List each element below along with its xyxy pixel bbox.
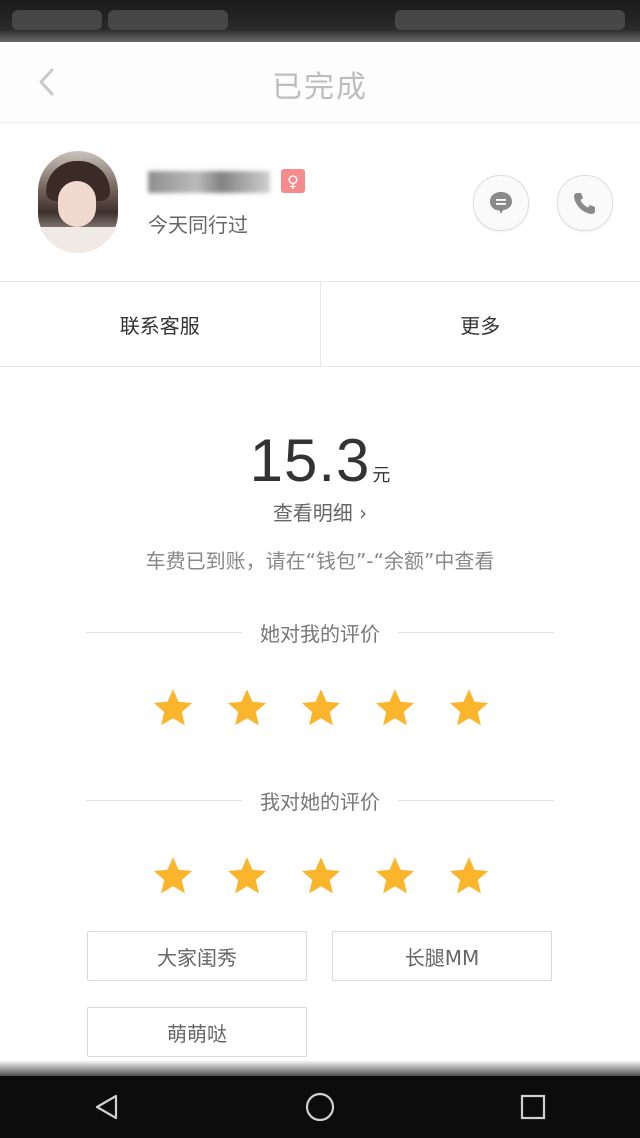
fare-amount-block: 15.3 元 (0, 426, 640, 495)
divider-line (86, 631, 242, 633)
passenger-profile: ♀ 今天同行过 (0, 123, 640, 282)
avatar[interactable] (38, 151, 118, 253)
my-rating-title: 我对她的评价 (260, 789, 380, 814)
her-star-3 (284, 685, 358, 731)
gender-female-badge: ♀ (281, 169, 305, 193)
divider-line (86, 799, 242, 801)
view-details-link[interactable]: 查看明细 › (0, 497, 640, 526)
my-star-4[interactable] (358, 853, 432, 899)
page-title: 已完成 (272, 70, 368, 105)
status-icons-left (12, 10, 102, 30)
message-button[interactable] (473, 175, 529, 231)
star-icon (375, 689, 415, 726)
her-star-1 (136, 685, 210, 731)
message-bubble-icon (490, 192, 512, 214)
contact-service-button[interactable]: 联系客服 (0, 282, 320, 366)
fare-notice: 车费已到账，请在“钱包”-“余额”中查看 (145, 549, 495, 573)
system-home-button[interactable] (290, 1082, 350, 1132)
her-star-5 (432, 685, 506, 731)
avatar-shirt (38, 227, 118, 253)
star-icon (301, 689, 341, 726)
square-recent-icon (521, 1094, 546, 1120)
circle-home-icon (305, 1092, 335, 1122)
her-rating-header: 她对我的评价 (86, 617, 554, 647)
system-back-button[interactable] (77, 1082, 137, 1132)
action-row: 联系客服 更多 (0, 282, 640, 367)
my-rating-stars (136, 853, 506, 899)
status-icons-right (395, 10, 625, 30)
system-recent-button[interactable] (503, 1082, 563, 1132)
her-star-2 (210, 685, 284, 731)
tag-button[interactable]: 大家闺秀 (87, 931, 307, 981)
fare-unit: 元 (372, 465, 391, 486)
her-rating-title: 她对我的评价 (260, 621, 380, 646)
star-icon (153, 689, 193, 726)
divider-line (398, 799, 554, 801)
tag-button[interactable]: 萌萌哒 (87, 1007, 307, 1057)
avatar-face (58, 181, 96, 227)
my-rating-header: 我对她的评价 (86, 785, 554, 815)
star-icon (227, 857, 267, 894)
system-navigation-bar (0, 1076, 640, 1138)
fare-amount: 15.3 (249, 427, 371, 494)
more-button[interactable]: 更多 (321, 282, 640, 366)
star-icon (375, 857, 415, 894)
star-icon (449, 689, 489, 726)
status-notifications (108, 10, 228, 30)
star-icon (227, 689, 267, 726)
divider-line (398, 631, 554, 633)
star-icon (301, 857, 341, 894)
status-bar (0, 0, 640, 42)
star-icon (449, 857, 489, 894)
top-navigation-bar: 已完成 (0, 42, 640, 123)
ride-together-label: 今天同行过 (148, 213, 248, 237)
triangle-back-icon (95, 1094, 117, 1120)
her-rating-stars (136, 685, 506, 731)
tag-button[interactable]: 长腿MM (332, 931, 552, 981)
star-icon (153, 857, 193, 894)
my-star-3[interactable] (284, 853, 358, 899)
my-star-1[interactable] (136, 853, 210, 899)
my-star-5[interactable] (432, 853, 506, 899)
her-star-4 (358, 685, 432, 731)
my-star-2[interactable] (210, 853, 284, 899)
user-name-blurred (148, 171, 270, 193)
phone-call-button[interactable] (557, 175, 613, 231)
phone-icon (574, 193, 595, 214)
